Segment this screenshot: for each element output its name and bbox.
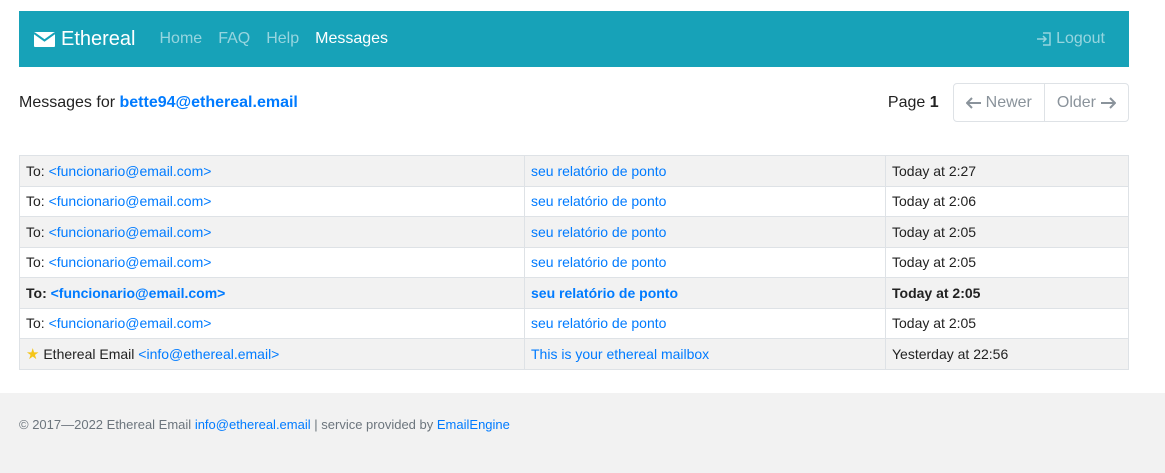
message-date: Today at 2:05 [885,246,1129,278]
table-row[interactable]: To: <funcionario@email.com> seu relatóri… [19,155,1129,187]
page-number: 1 [929,93,939,111]
footer-separator: | service provided by [314,417,434,432]
to-prefix: To: [26,315,45,332]
recipient-link[interactable]: <funcionario@email.com> [49,254,212,270]
pager: Page 1 Newer Older [888,83,1129,122]
table-row[interactable]: To: <funcionario@email.com> seu relatóri… [19,216,1129,248]
mailbox-address[interactable]: bette94@ethereal.email [120,94,298,111]
footer: © 2017—2022 Ethereal Email info@ethereal… [0,393,1165,473]
nav-messages[interactable]: Messages [315,30,388,48]
message-date: Today at 2:05 [885,277,1129,309]
subject-link[interactable]: seu relatório de ponto [531,285,678,301]
recipient-link[interactable]: <funcionario@email.com> [49,315,212,331]
recipient-link[interactable]: <funcionario@email.com> [49,224,212,240]
older-label: Older [1056,93,1096,111]
sender-link[interactable]: <info@ethereal.email> [138,346,279,362]
subject-link[interactable]: seu relatório de ponto [531,163,666,179]
newer-button[interactable]: Newer [954,84,1044,121]
brand-link[interactable]: Ethereal [34,28,136,51]
subject-link[interactable]: This is your ethereal mailbox [531,346,709,362]
footer-copyright: © 2017—2022 Ethereal Email [19,417,192,432]
nav-faq[interactable]: FAQ [218,30,250,48]
recipient-link[interactable]: <funcionario@email.com> [51,285,226,301]
message-date: Yesterday at 22:56 [885,338,1129,370]
page-label: Page [887,93,926,111]
footer-text: © 2017—2022 Ethereal Email info@ethereal… [19,417,510,432]
navbar: Ethereal Home FAQ Help Messages Logout [19,11,1129,67]
table-row[interactable]: ★ Ethereal Email <info@ethereal.email> T… [19,338,1129,370]
star-icon: ★ [26,345,40,363]
table-row[interactable]: To: <funcionario@email.com> seu relatóri… [19,185,1129,217]
logout-icon [1037,32,1051,46]
footer-provider-link[interactable]: EmailEngine [437,417,510,432]
subject-link[interactable]: seu relatório de ponto [531,224,666,240]
recipient-link[interactable]: <funcionario@email.com> [49,193,212,209]
subject-link[interactable]: seu relatório de ponto [531,193,666,209]
envelope-icon [34,31,55,47]
footer-email-link[interactable]: info@ethereal.email [195,417,311,432]
messages-header: Messages for bette94@ethereal.email Page… [19,83,1129,123]
newer-label: Newer [985,93,1032,111]
message-date: Today at 2:06 [885,185,1129,217]
older-button[interactable]: Older [1043,84,1128,121]
message-date: Today at 2:05 [885,216,1129,248]
mailbox-title: Messages for bette94@ethereal.email [19,94,298,112]
page-indicator: Page 1 [888,94,939,112]
logout-label: Logout [1056,30,1105,47]
logout-button[interactable]: Logout [1036,11,1105,67]
mailbox-title-prefix: Messages for [19,94,116,111]
to-prefix: To: [26,162,45,179]
messages-table: To: <funcionario@email.com> seu relatóri… [19,155,1129,370]
nav-links: Home FAQ Help Messages [160,30,405,48]
table-row[interactable]: To: <funcionario@email.com> seu relatóri… [19,307,1129,339]
subject-link[interactable]: seu relatório de ponto [531,254,666,270]
message-date: Today at 2:05 [885,307,1129,339]
table-row-unread[interactable]: To: <funcionario@email.com> seu relatóri… [19,277,1129,309]
nav-help[interactable]: Help [266,30,299,48]
pager-buttons: Newer Older [952,83,1129,122]
subject-link[interactable]: seu relatório de ponto [531,315,666,331]
arrow-left-icon [965,96,981,109]
table-row[interactable]: To: <funcionario@email.com> seu relatóri… [19,246,1129,278]
recipient-link[interactable]: <funcionario@email.com> [49,163,212,179]
to-prefix: To: [26,254,45,271]
to-prefix: To: [26,284,47,301]
brand-text: Ethereal [61,27,136,50]
arrow-right-icon [1101,96,1116,109]
nav-home[interactable]: Home [160,30,203,48]
sender-name: Ethereal Email [43,345,135,362]
to-prefix: To: [26,223,45,240]
to-prefix: To: [26,193,45,210]
message-date: Today at 2:27 [885,155,1129,187]
